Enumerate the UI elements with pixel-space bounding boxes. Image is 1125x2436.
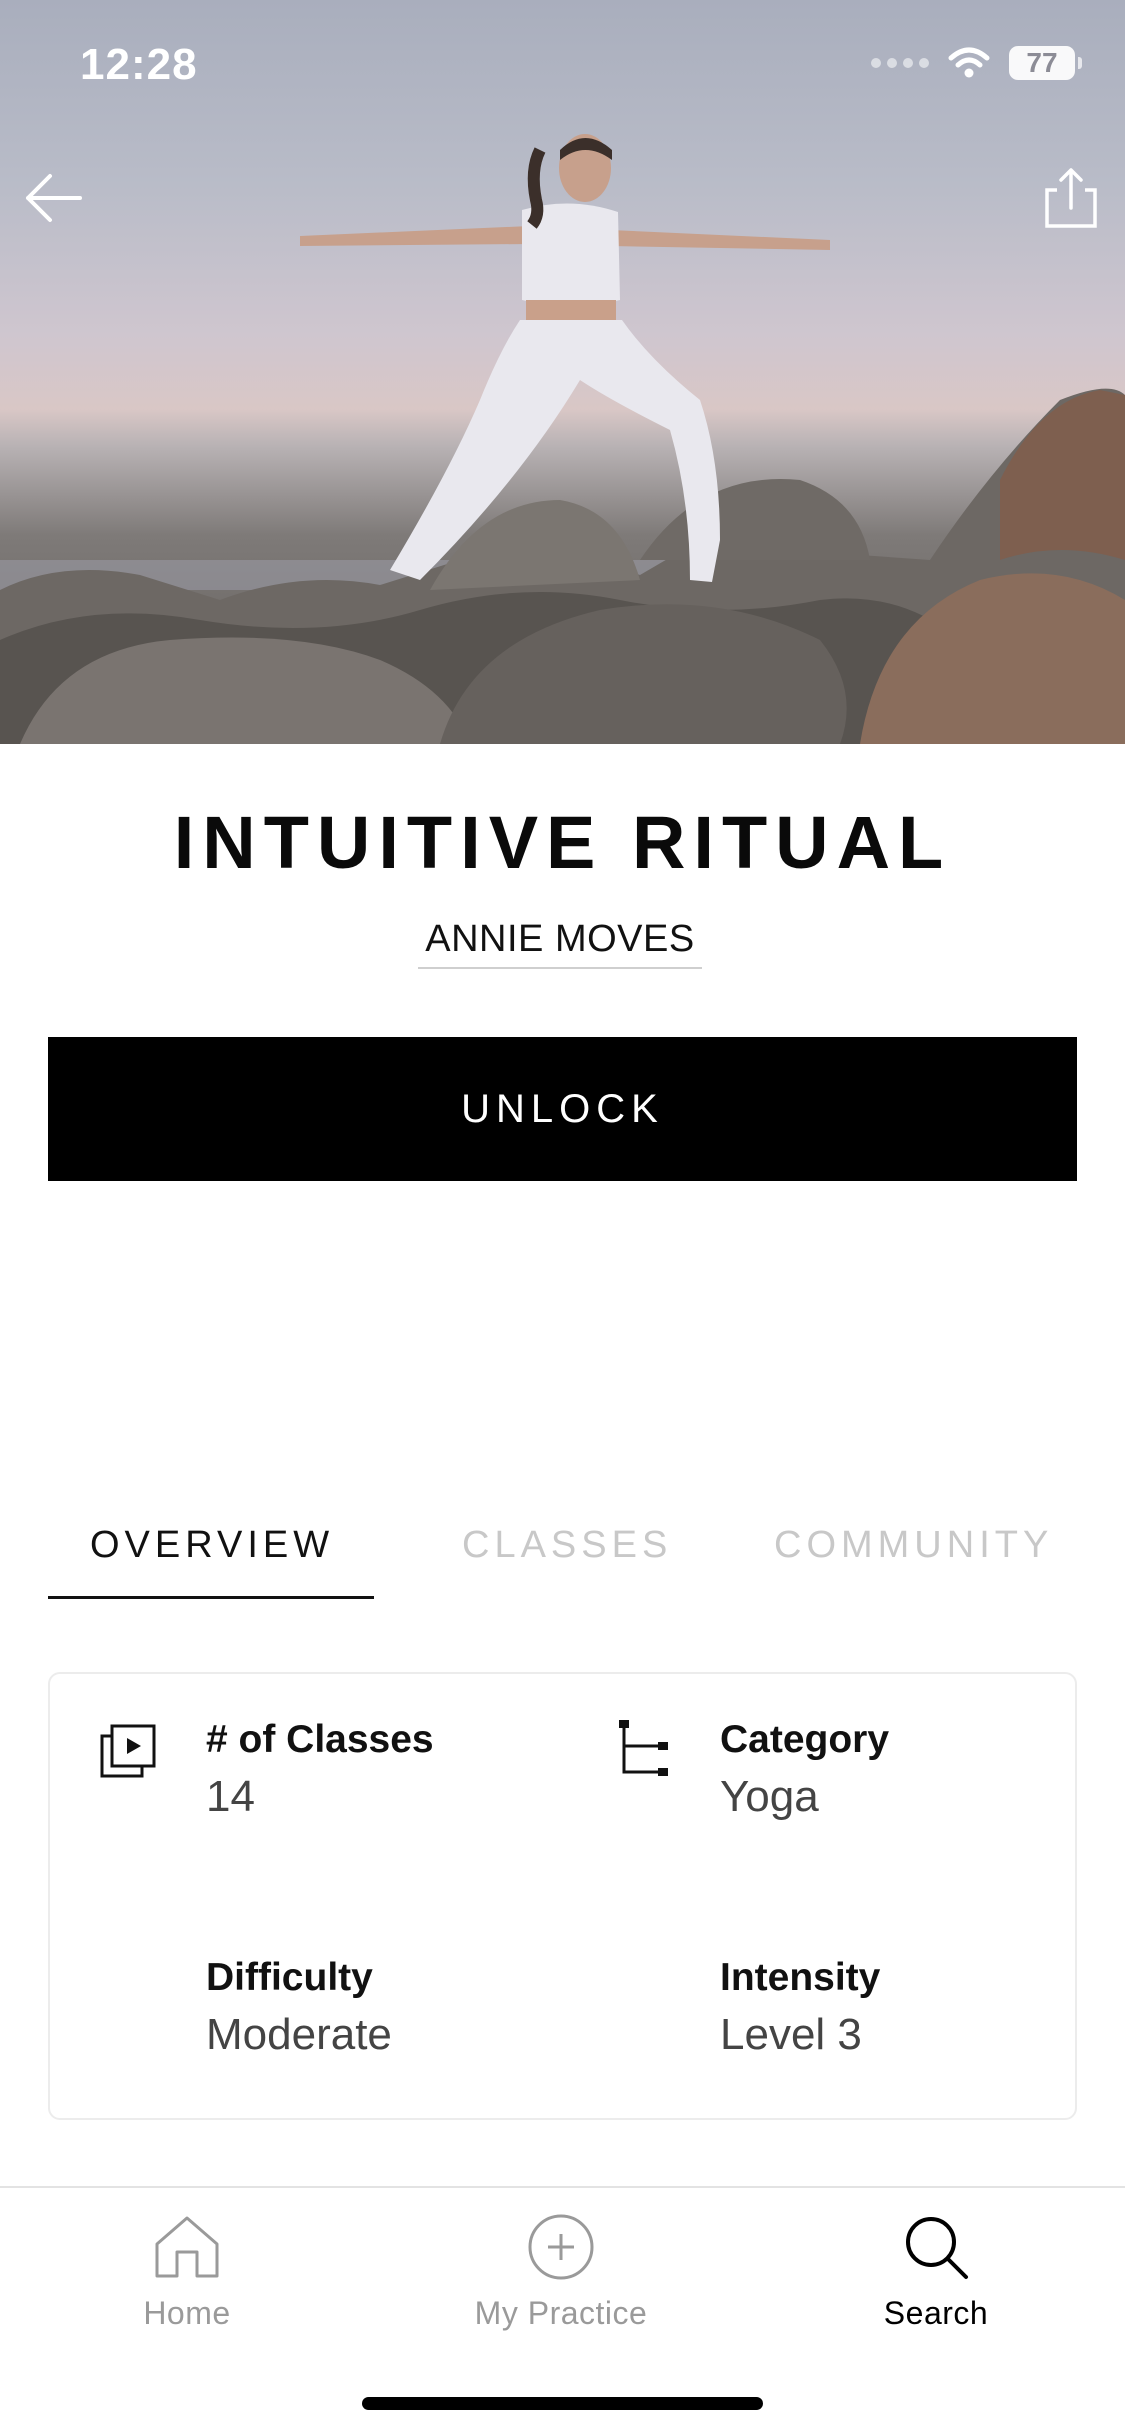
plus-circle-icon — [528, 2214, 594, 2280]
share-icon — [1045, 168, 1097, 228]
nav-search-label: Search — [883, 2295, 989, 2331]
difficulty-value: Moderate — [206, 2010, 392, 2059]
category-value: Yoga — [720, 1772, 819, 1821]
classes-count: # of Classes 14 — [206, 1718, 434, 1822]
nav-home[interactable]: Home — [67, 2212, 307, 2332]
intensity-label: Intensity — [720, 1956, 881, 1999]
signal-icon — [871, 58, 929, 68]
tab-bar: OVERVIEW CLASSES COMMUNITY — [48, 1512, 1077, 1600]
back-button[interactable] — [14, 158, 94, 238]
category-label: Category — [720, 1718, 890, 1761]
category-tree-icon — [619, 1720, 668, 1776]
nav-my-practice-label: My Practice — [474, 2295, 648, 2331]
search-icon — [906, 2217, 968, 2279]
program-details-card: # of Classes 14 Category Yoga Difficulty… — [48, 1672, 1077, 2120]
tab-community[interactable]: COMMUNITY — [774, 1524, 1053, 1567]
nav-search[interactable]: Search — [816, 2212, 1056, 2332]
program-title: INTUITIVE RITUAL — [173, 801, 952, 884]
nav-home-label: Home — [143, 2295, 231, 2331]
intensity-info: Intensity Level 3 — [720, 1956, 880, 2060]
author-link[interactable]: ANNIE MOVES — [418, 918, 702, 969]
wifi-icon — [948, 47, 990, 78]
home-icon — [155, 2216, 219, 2278]
status-indicators: 77 — [871, 46, 1082, 80]
video-stack-icon — [100, 1724, 156, 1778]
tab-classes[interactable]: CLASSES — [462, 1524, 672, 1567]
classes-label: # of Classes — [206, 1718, 434, 1761]
unlock-button[interactable]: UNLOCK — [48, 1037, 1077, 1181]
arrow-left-icon — [26, 174, 82, 222]
intensity-value: Level 3 — [720, 2010, 862, 2059]
classes-value: 14 — [206, 1772, 255, 1821]
difficulty-label: Difficulty — [206, 1956, 373, 1999]
category-info: Category Yoga — [720, 1718, 889, 1822]
hero-image: 12:28 77 — [0, 0, 1125, 744]
home-indicator[interactable] — [362, 2397, 763, 2410]
share-button[interactable] — [1031, 158, 1111, 238]
difficulty-info: Difficulty Moderate — [206, 1956, 392, 2060]
nav-my-practice[interactable]: My Practice — [441, 2212, 681, 2332]
active-tab-indicator — [48, 1596, 374, 1599]
battery-icon: 77 — [1009, 46, 1082, 80]
yoga-pose-illustration — [0, 134, 1125, 744]
tab-overview[interactable]: OVERVIEW — [90, 1524, 334, 1567]
status-time: 12:28 — [80, 40, 198, 89]
